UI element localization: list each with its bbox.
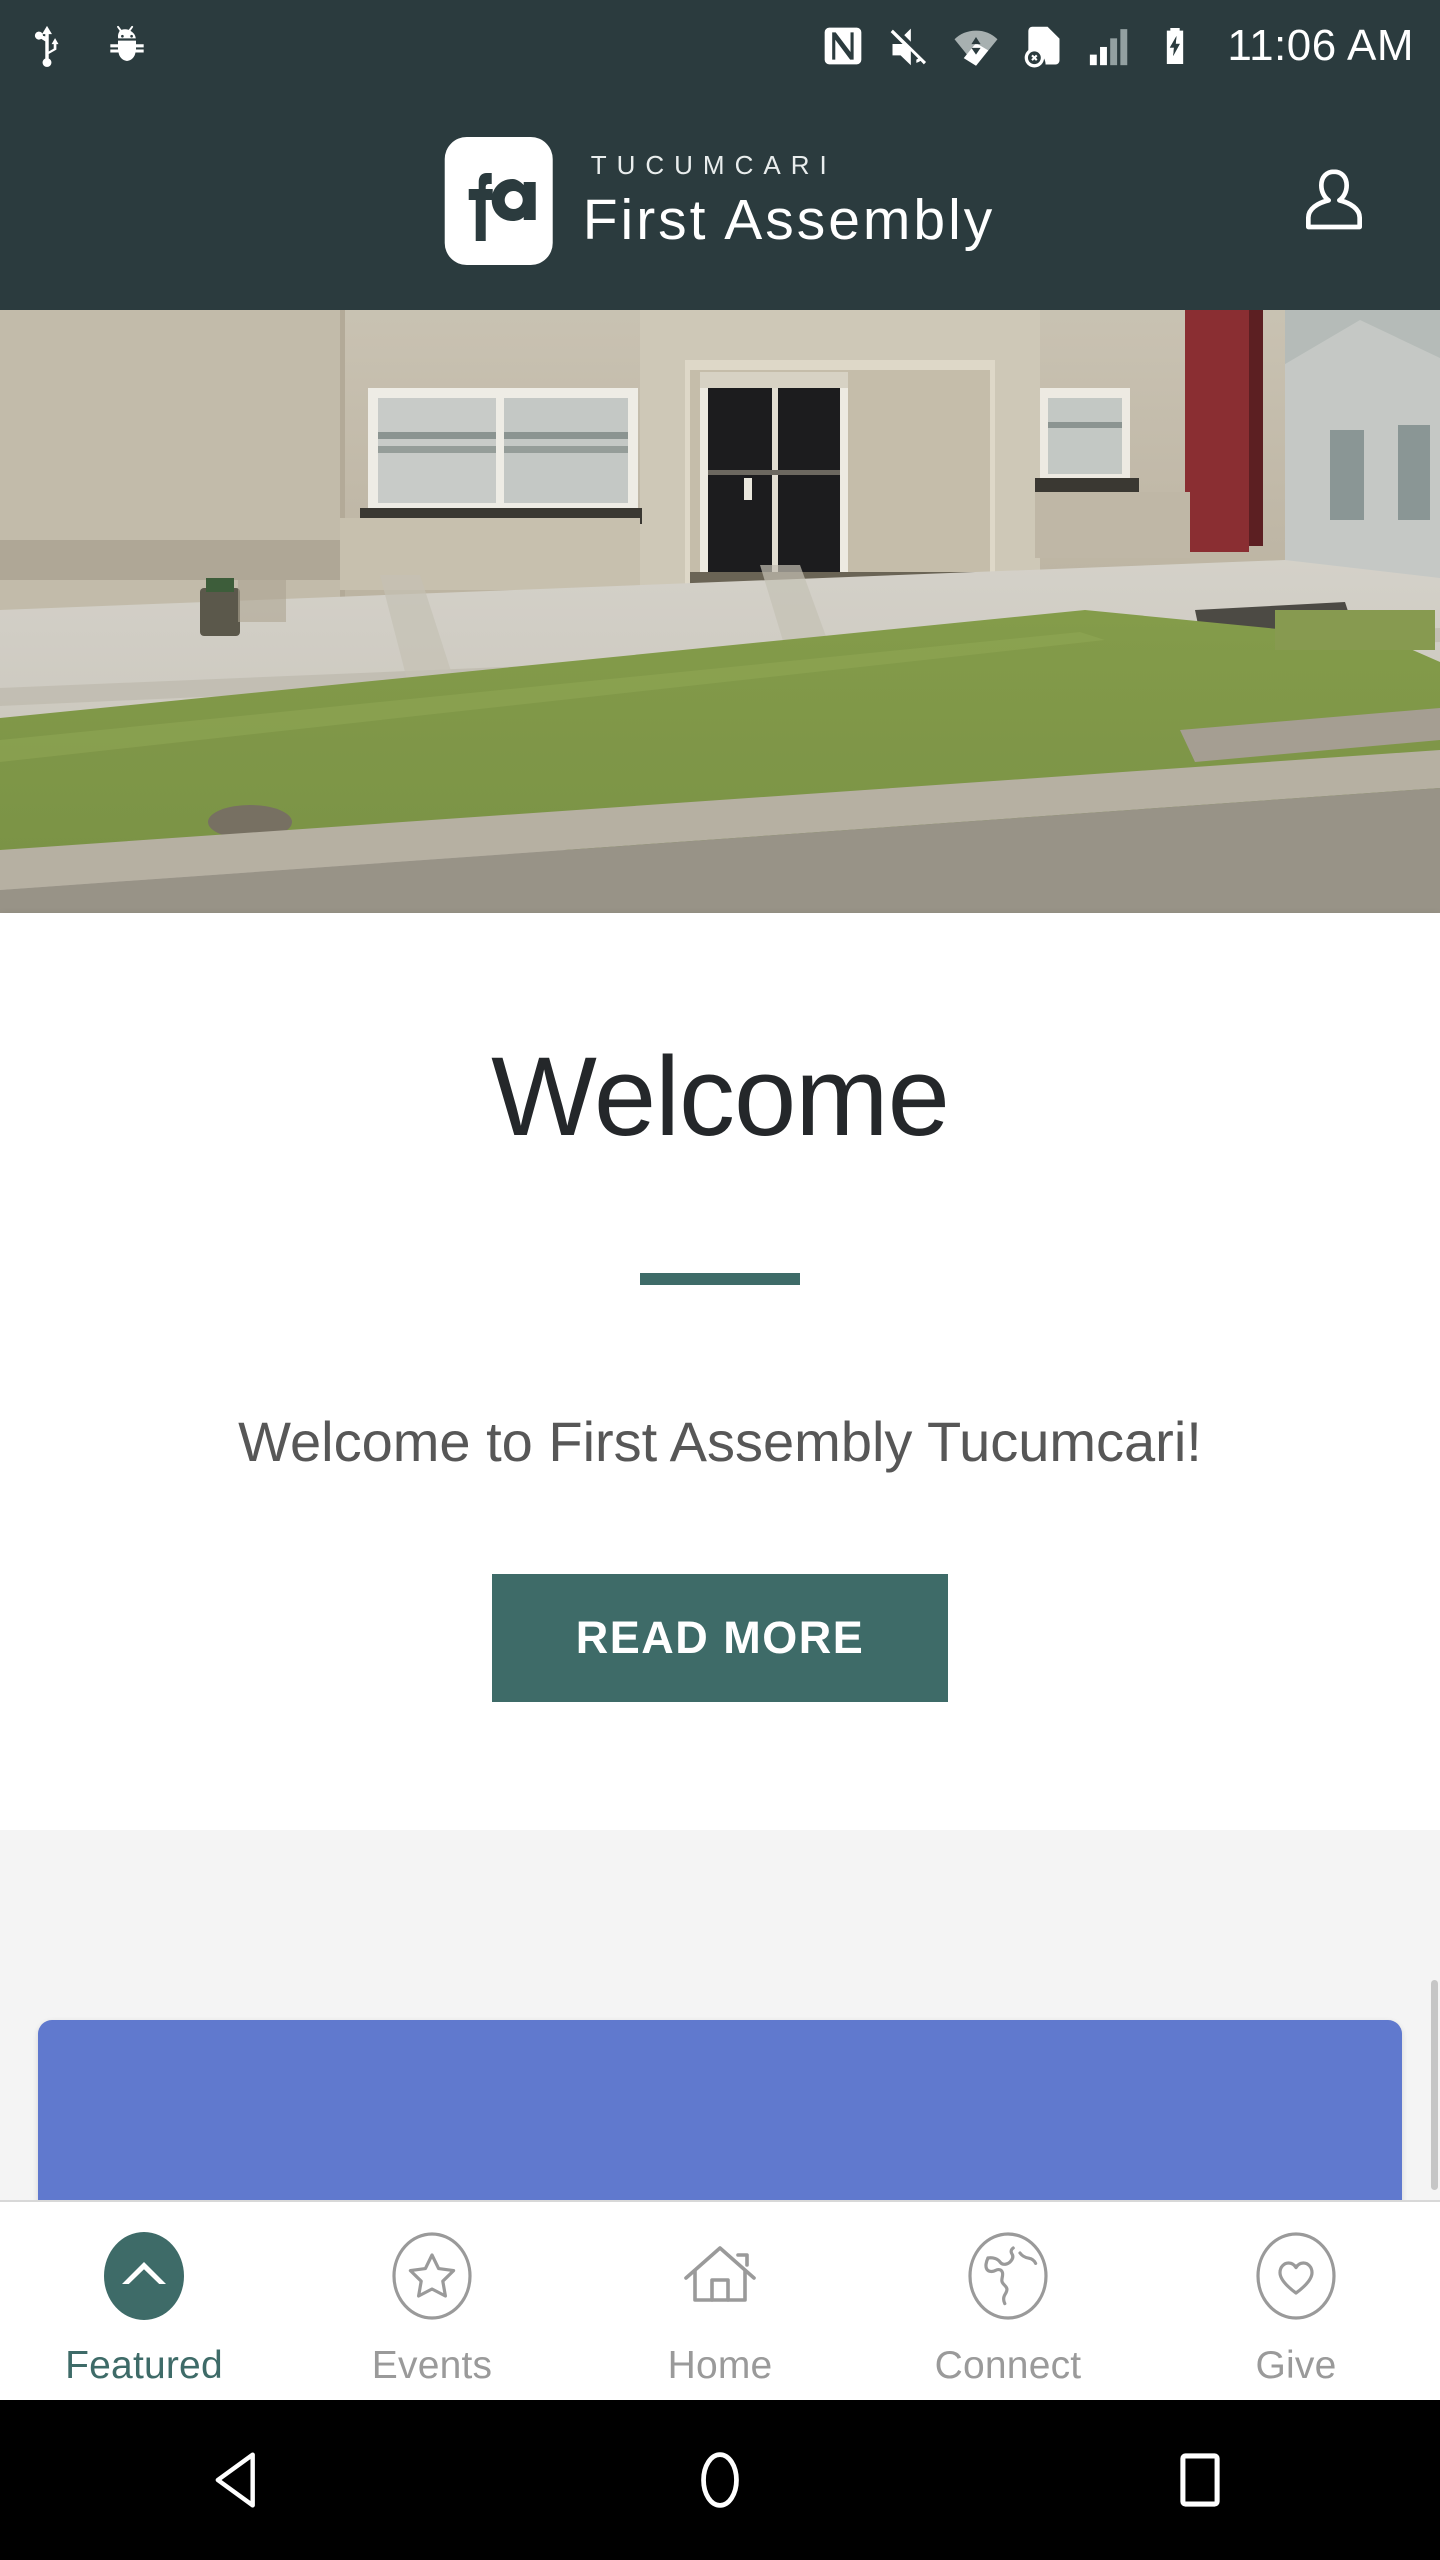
recents-button[interactable] (1120, 2400, 1280, 2560)
status-bar-right-icons: 11:06 AM (821, 21, 1414, 71)
star-circle-icon (392, 2232, 472, 2320)
brand-title: First Assembly (582, 187, 996, 252)
scrollbar-thumb[interactable] (1431, 1980, 1438, 2190)
brand-lockup[interactable]: TUCUMCARI First Assembly (444, 137, 996, 265)
tab-label-give: Give (1255, 2344, 1337, 2387)
tab-connect[interactable]: Connect (864, 2202, 1152, 2400)
usb-icon (34, 25, 59, 67)
status-bar: 11:06 AM (0, 0, 1440, 92)
back-triangle-icon (215, 2452, 255, 2508)
brand-text: TUCUMCARI First Assembly (583, 150, 996, 253)
tab-featured[interactable]: Featured (0, 2202, 288, 2400)
scrollbar-track[interactable] (1430, 1830, 1440, 2200)
status-bar-left-icons (24, 23, 150, 69)
profile-button[interactable] (1286, 153, 1382, 249)
home-button[interactable] (640, 2400, 800, 2560)
heart-circle-icon (1256, 2232, 1336, 2320)
back-button[interactable] (160, 2400, 320, 2560)
android-debug-bug-icon (110, 25, 144, 61)
volume-muted-icon (891, 28, 927, 66)
read-more-button[interactable]: READ MORE (491, 1574, 949, 1702)
tab-events[interactable]: Events (288, 2202, 576, 2400)
phone-screen: 11:06 AM TUCUMCARI First Assembly Welcom… (0, 0, 1440, 2560)
bottom-tab-bar: Featured Events Home Connect Give (0, 2200, 1440, 2400)
page-title: Welcome (491, 1034, 950, 1159)
tab-give[interactable]: Give (1152, 2202, 1440, 2400)
featured-card[interactable] (38, 2020, 1402, 2200)
tab-label-home: Home (667, 2344, 773, 2387)
hero-image[interactable] (0, 310, 1440, 913)
wifi-icon (954, 30, 998, 66)
brand-superline: TUCUMCARI (590, 149, 837, 180)
cellular-signal-icon (1090, 29, 1128, 66)
app-header: TUCUMCARI First Assembly (0, 92, 1440, 310)
tab-label-connect: Connect (934, 2344, 1082, 2387)
home-circle-icon (701, 2452, 739, 2508)
person-icon (1306, 169, 1362, 230)
globe-circle-icon (968, 2232, 1048, 2320)
tab-label-featured: Featured (65, 2344, 223, 2387)
recents-square-icon (1180, 2453, 1220, 2507)
house-icon (684, 2246, 756, 2302)
android-navigation-bar (0, 2400, 1440, 2560)
tab-label-events: Events (371, 2344, 493, 2387)
chevron-up-circle-icon (104, 2232, 184, 2320)
nfc-icon (825, 27, 862, 65)
welcome-section: Welcome Welcome to First Assembly Tucumc… (0, 913, 1440, 1830)
battery-charging-icon (1167, 28, 1184, 64)
sim-card-error-icon (1025, 26, 1060, 68)
welcome-body-text: Welcome to First Assembly Tucumcari! (238, 1410, 1202, 1473)
tab-home[interactable]: Home (576, 2202, 864, 2400)
title-divider (640, 1273, 800, 1285)
fa-logo-icon (444, 137, 553, 265)
featured-feed-section (0, 1830, 1440, 2200)
status-bar-clock: 11:06 AM (1227, 21, 1414, 70)
